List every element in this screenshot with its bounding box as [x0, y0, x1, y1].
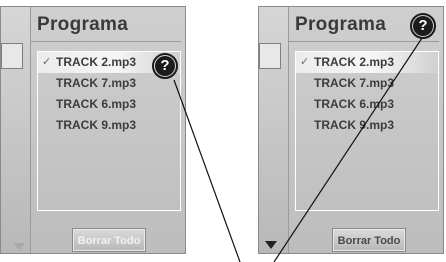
- track-label: TRACK 2.mp3: [314, 55, 395, 69]
- title-divider: [289, 41, 439, 42]
- side-strip: [259, 7, 289, 253]
- title-divider: [31, 41, 181, 42]
- track-item[interactable]: TRACK 6.mp3: [296, 94, 438, 115]
- track-list[interactable]: ✓ TRACK 2.mp3 TRACK 7.mp3 TRACK 6.mp3 TR…: [295, 51, 439, 211]
- track-item[interactable]: TRACK 9.mp3: [38, 115, 180, 136]
- check-icon: ✓: [300, 56, 310, 68]
- help-icon[interactable]: ?: [155, 56, 175, 76]
- track-label: TRACK 9.mp3: [56, 118, 137, 132]
- track-label: TRACK 6.mp3: [314, 97, 395, 111]
- track-label: TRACK 2.mp3: [56, 55, 137, 69]
- side-tab[interactable]: [1, 43, 23, 69]
- side-tab[interactable]: [259, 43, 281, 69]
- track-label: TRACK 9.mp3: [314, 118, 395, 132]
- side-strip: [1, 7, 31, 253]
- track-item[interactable]: TRACK 6.mp3: [38, 94, 180, 115]
- clear-all-button[interactable]: Borrar Todo: [72, 228, 146, 252]
- help-icon[interactable]: ?: [413, 16, 433, 36]
- program-panel-right: Programa ✓ TRACK 2.mp3 TRACK 7.mp3 TRACK…: [258, 6, 444, 254]
- scroll-down-icon[interactable]: [265, 241, 277, 249]
- track-item[interactable]: ✓ TRACK 2.mp3: [296, 52, 438, 73]
- check-icon: ✓: [42, 56, 52, 68]
- track-item[interactable]: TRACK 9.mp3: [296, 115, 438, 136]
- track-label: TRACK 7.mp3: [314, 76, 395, 90]
- track-item[interactable]: TRACK 7.mp3: [296, 73, 438, 94]
- track-label: TRACK 7.mp3: [56, 76, 137, 90]
- scroll-down-icon[interactable]: [13, 243, 25, 250]
- track-label: TRACK 6.mp3: [56, 97, 137, 111]
- clear-all-button[interactable]: Borrar Todo: [332, 228, 406, 252]
- panel-title: Programa: [37, 14, 129, 35]
- program-panel-left: Programa ✓ TRACK 2.mp3 TRACK 7.mp3 TRACK…: [0, 6, 186, 254]
